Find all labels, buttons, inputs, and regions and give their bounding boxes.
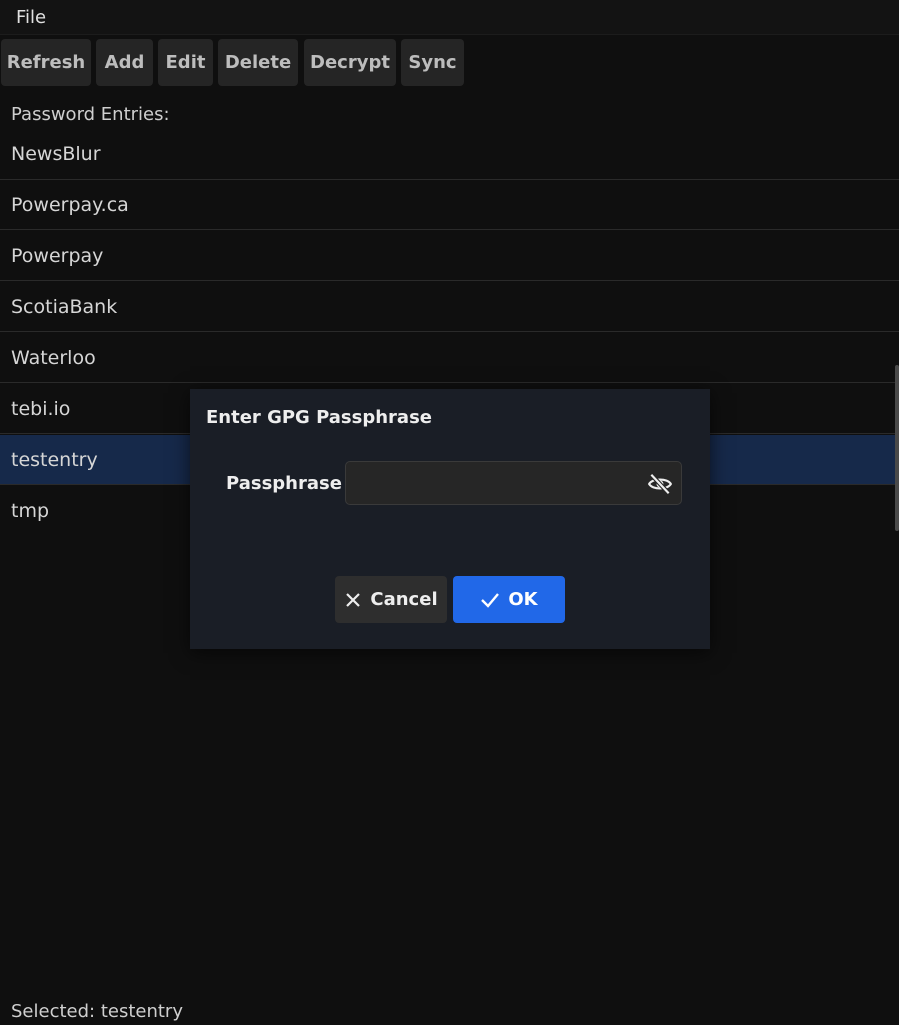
list-scrollbar[interactable] (895, 365, 899, 531)
passphrase-input[interactable] (356, 470, 636, 496)
list-item[interactable]: Waterloo (0, 333, 899, 383)
list-heading: Password Entries: (11, 104, 170, 125)
menu-file[interactable]: File (16, 7, 46, 28)
passphrase-field (345, 461, 682, 505)
decrypt-button[interactable]: Decrypt (304, 39, 396, 86)
eye-slash-icon[interactable] (647, 471, 673, 497)
cancel-label: Cancel (370, 589, 438, 610)
toolbar: Refresh Add Edit Delete Decrypt Sync (0, 39, 899, 86)
menu-bar: File (0, 0, 899, 35)
add-button[interactable]: Add (96, 39, 153, 86)
dialog-title: Enter GPG Passphrase (206, 407, 433, 428)
check-icon (481, 592, 500, 608)
passphrase-dialog: Enter GPG Passphrase Passphrase Cancel O… (190, 389, 710, 649)
sync-button[interactable]: Sync (401, 39, 464, 86)
list-item[interactable]: ScotiaBank (0, 282, 899, 332)
refresh-button[interactable]: Refresh (1, 39, 91, 86)
cancel-button[interactable]: Cancel (335, 576, 447, 623)
list-item[interactable]: Powerpay.ca (0, 180, 899, 230)
edit-button[interactable]: Edit (158, 39, 213, 86)
passphrase-label: Passphrase (226, 473, 342, 494)
ok-button[interactable]: OK (453, 576, 565, 623)
app-window: File Refresh Add Edit Delete Decrypt Syn… (0, 0, 899, 1025)
status-text: Selected: testentry (11, 1001, 183, 1022)
delete-button[interactable]: Delete (218, 39, 298, 86)
close-icon (346, 592, 361, 607)
list-item[interactable]: Powerpay (0, 231, 899, 281)
ok-label: OK (508, 589, 538, 610)
list-item[interactable]: NewsBlur (0, 141, 899, 180)
